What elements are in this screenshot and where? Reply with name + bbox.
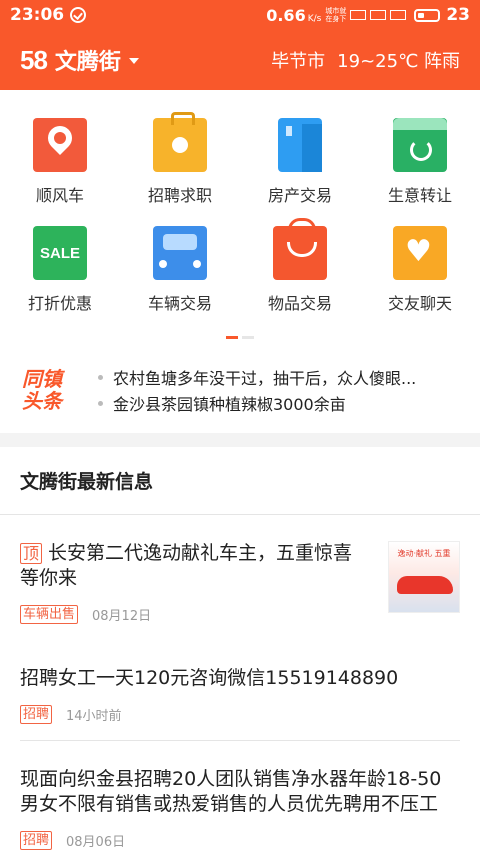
post-tag: 招聘 (20, 705, 53, 724)
town-headlines: 同镇 头条 农村鱼塘多年没干过，抽干后，众人傻眼... 金沙县茶园镇种植辣椒30… (0, 339, 480, 421)
post-time: 14小时前 (66, 709, 122, 724)
grid-item-goods[interactable]: 物品交易 (240, 218, 360, 334)
signal-4g-icon (390, 10, 407, 20)
sale-icon: SALE (33, 226, 87, 280)
post-item[interactable]: 招聘女工一天120元咨询微信15519148890 招聘 14小时前 (0, 640, 480, 740)
post-title: 顶长安第二代逸动献礼车主，五重惊喜等你来 (20, 542, 353, 589)
status-time: 23:06 (10, 5, 65, 25)
post-tag: 招聘 (20, 831, 53, 850)
wifi-icon (350, 10, 367, 20)
post-title: 招聘女工一天120元咨询微信15519148890 (20, 667, 399, 689)
vehicle-icon (153, 226, 207, 280)
post-meta: 招聘 14小时前 (20, 705, 460, 724)
building-icon (278, 118, 322, 172)
page-dot (242, 336, 254, 339)
headlines-list: 农村鱼塘多年没干过，抽干后，众人傻眼... 金沙县茶园镇种植辣椒3000余亩 (98, 364, 416, 416)
grid-item-label: 生意转让 (387, 186, 452, 205)
post-item[interactable]: 现面向织金县招聘20人团队销售净水器年龄18-50男女不限有销售或热爱销售的人员… (0, 741, 480, 853)
headline-item[interactable]: 金沙县茶园镇种植辣椒3000余亩 (98, 390, 416, 416)
location-label: 毕节市 (271, 51, 326, 72)
grid-item-label: 顺风车 (35, 186, 84, 205)
title-bar: 58 文腾街 毕节市 19~25℃ 阵雨 (0, 30, 480, 90)
page-dot-active (226, 336, 238, 339)
grid-item-social[interactable]: 交友聊天 (360, 226, 480, 334)
alarm-icon (70, 7, 87, 23)
grid-item-label: 招聘求职 (147, 186, 212, 205)
briefcase-icon (153, 112, 207, 172)
shopping-bag-icon (273, 218, 327, 280)
post-thumbnail: 逸动·献礼 五重 (388, 541, 460, 613)
weather-label: 19~25℃ 阵雨 (337, 51, 460, 72)
transfer-icon (393, 118, 447, 172)
app-logo: 58 (20, 44, 48, 75)
post-tag: 车辆出售 (20, 605, 79, 624)
post-title: 现面向织金县招聘20人团队销售净水器年龄18-50男女不限有销售或热爱销售的人员… (20, 768, 442, 815)
section-title: 文腾街最新信息 (0, 447, 480, 515)
city-selector[interactable]: 文腾街 (55, 44, 121, 76)
heart-icon (393, 226, 447, 280)
category-grid: 顺风车 招聘求职 房产交易 生意转让 SALE 打折优惠 车辆交易 物品交易 交… (0, 90, 480, 334)
grid-item-label: 打折优惠 (27, 294, 92, 313)
header: 23:06 0.66 K/s 城市就 在身下 23 58 文腾街 毕节市 19~2… (0, 0, 480, 90)
battery-level: 23 (446, 5, 470, 25)
signal-icon (370, 10, 387, 20)
network-speed: 0.66 K/s (266, 5, 322, 25)
status-bar: 23:06 0.66 K/s 城市就 在身下 23 (0, 0, 480, 30)
chevron-down-icon[interactable] (128, 58, 139, 64)
grid-item-discount[interactable]: SALE 打折优惠 (0, 226, 120, 334)
grid-item-label: 车辆交易 (147, 294, 212, 313)
headline-item[interactable]: 农村鱼塘多年没干过，抽干后，众人傻眼... (98, 364, 416, 390)
headlines-logo: 同镇 头条 (22, 367, 62, 413)
car-pin-icon (33, 118, 87, 172)
grid-item-realestate[interactable]: 房产交易 (240, 118, 360, 226)
grid-item-vehicles[interactable]: 车辆交易 (120, 226, 240, 334)
weather-info[interactable]: 毕节市 19~25℃ 阵雨 (271, 47, 460, 73)
post-time: 08月06日 (66, 835, 126, 850)
grid-item-rideshare[interactable]: 顺风车 (0, 118, 120, 226)
grid-item-label: 物品交易 (267, 294, 332, 313)
battery-icon (414, 8, 441, 22)
post-meta: 招聘 08月06日 (20, 831, 460, 850)
grid-item-label: 房产交易 (267, 186, 332, 205)
section-gap (0, 433, 480, 447)
post-time: 08月12日 (92, 609, 152, 624)
grid-item-label: 交友聊天 (387, 294, 452, 313)
network-label: 城市就 在身下 (325, 7, 347, 23)
post-item[interactable]: 顶长安第二代逸动献礼车主，五重惊喜等你来 车辆出售 08月12日 逸动·献礼 五… (0, 515, 480, 640)
top-badge: 顶 (20, 543, 43, 564)
grid-item-jobs[interactable]: 招聘求职 (120, 112, 240, 226)
grid-item-business[interactable]: 生意转让 (360, 118, 480, 226)
